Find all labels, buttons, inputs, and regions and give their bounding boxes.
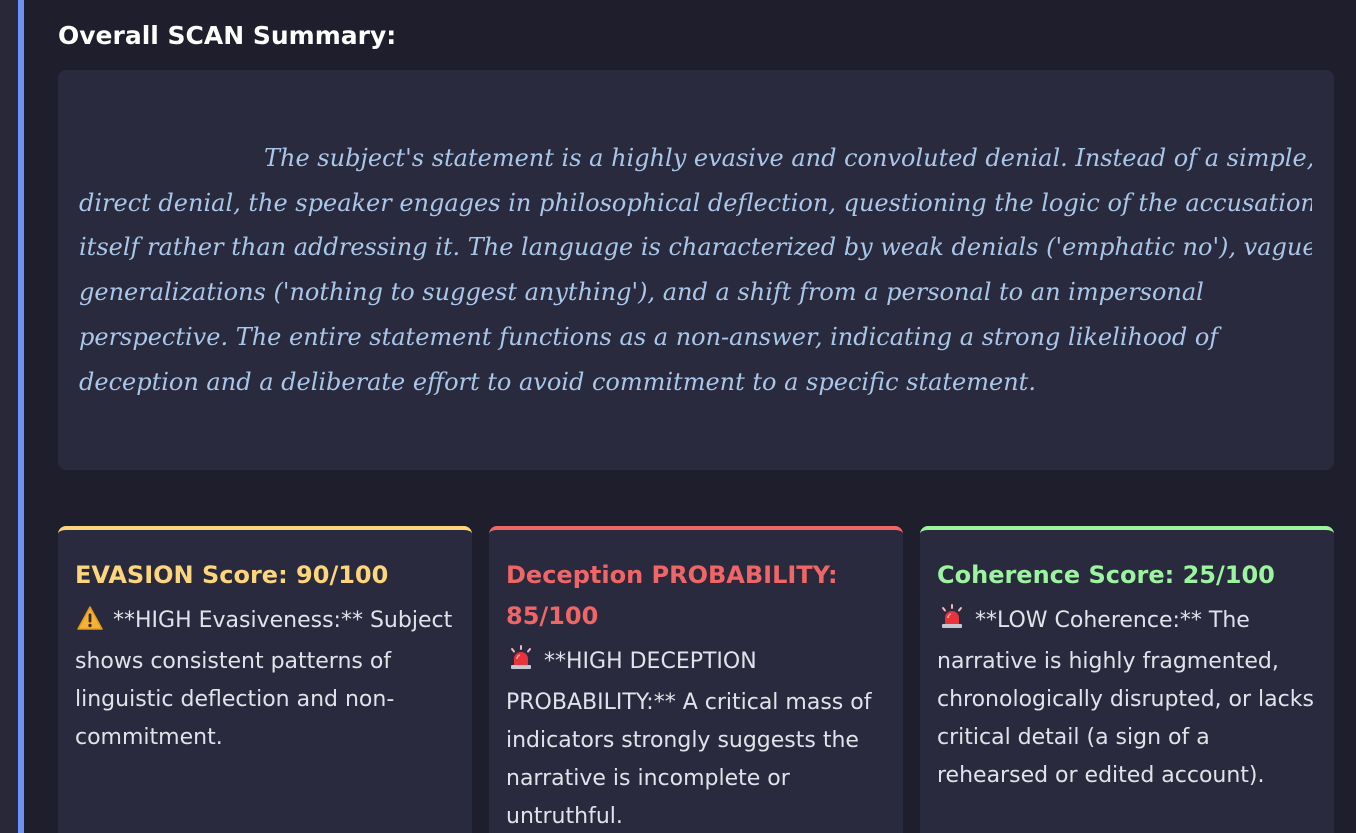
summary-line: itself rather than addressing it. The la… [79, 233, 1312, 262]
deception-probability-title: Deception PROBABILITY: 85/100 [506, 555, 886, 637]
accent-bar [18, 0, 24, 833]
card-title-line: Deception PROBABILITY: [506, 561, 838, 589]
card-title-line: 85/100 [506, 602, 599, 630]
siren-icon [939, 604, 965, 643]
sidebar-strip [0, 0, 18, 833]
warning-icon [77, 605, 103, 643]
coherence-score-description: **LOW Coherence:** The narrative is high… [937, 602, 1317, 795]
summary-line: The subject's statement is a highly evas… [264, 144, 1312, 172]
summary-line: deception and a deliberate effort to avo… [79, 367, 1036, 396]
evasion-score-title: EVASION Score: 90/100 [75, 561, 389, 589]
card-body-line: rehearsed or edited account). [937, 763, 1265, 788]
summary-line: direct denial, the speaker engages in ph… [79, 188, 1312, 217]
card-body-line: untruthful. [506, 804, 623, 829]
summary-heading: Overall SCAN Summary: [58, 21, 397, 50]
evasion-score-description: **HIGH Evasiveness:** Subject shows cons… [75, 602, 455, 757]
card-body-line: narrative is highly fragmented, [937, 649, 1279, 674]
summary-text: The subject's statement is a highly evas… [79, 136, 1312, 404]
card-body-line: PROBABILITY:** A critical mass of [506, 690, 872, 715]
evasion-score-card: EVASION Score: 90/100 **HIGH Evasiveness… [58, 526, 472, 833]
deception-probability-description: **HIGH DECEPTION PROBABILITY:** A critic… [506, 643, 886, 833]
siren-icon [508, 645, 534, 684]
card-body-line: commitment. [75, 725, 223, 750]
summary-line: generalizations ('nothing to suggest any… [79, 278, 1204, 307]
analysis-page: Overall SCAN Summary: The subject's stat… [0, 0, 1356, 833]
card-body-line: **HIGH DECEPTION [544, 649, 757, 674]
card-body-line: **LOW Coherence:** The [975, 608, 1250, 633]
card-body-line: chronologically disrupted, or lacks [937, 687, 1314, 712]
card-body-line: linguistic deflection and non- [75, 687, 395, 712]
summary-line: perspective. The entire statement functi… [79, 322, 1219, 351]
summary-panel: The subject's statement is a highly evas… [58, 70, 1334, 470]
coherence-score-title: Coherence Score: 25/100 [937, 561, 1275, 589]
deception-probability-card: Deception PROBABILITY: 85/100 **HIGH DEC… [489, 526, 903, 833]
coherence-score-card: Coherence Score: 25/100 **LOW Coherence:… [920, 526, 1334, 833]
card-body-line: critical detail (a sign of a [937, 725, 1210, 750]
card-body-line: indicators strongly suggests the [506, 728, 859, 753]
card-body-line: shows consistent patterns of [75, 649, 392, 674]
card-body-line: **HIGH Evasiveness:** Subject [113, 608, 453, 633]
card-body-line: narrative is incomplete or [506, 766, 790, 791]
